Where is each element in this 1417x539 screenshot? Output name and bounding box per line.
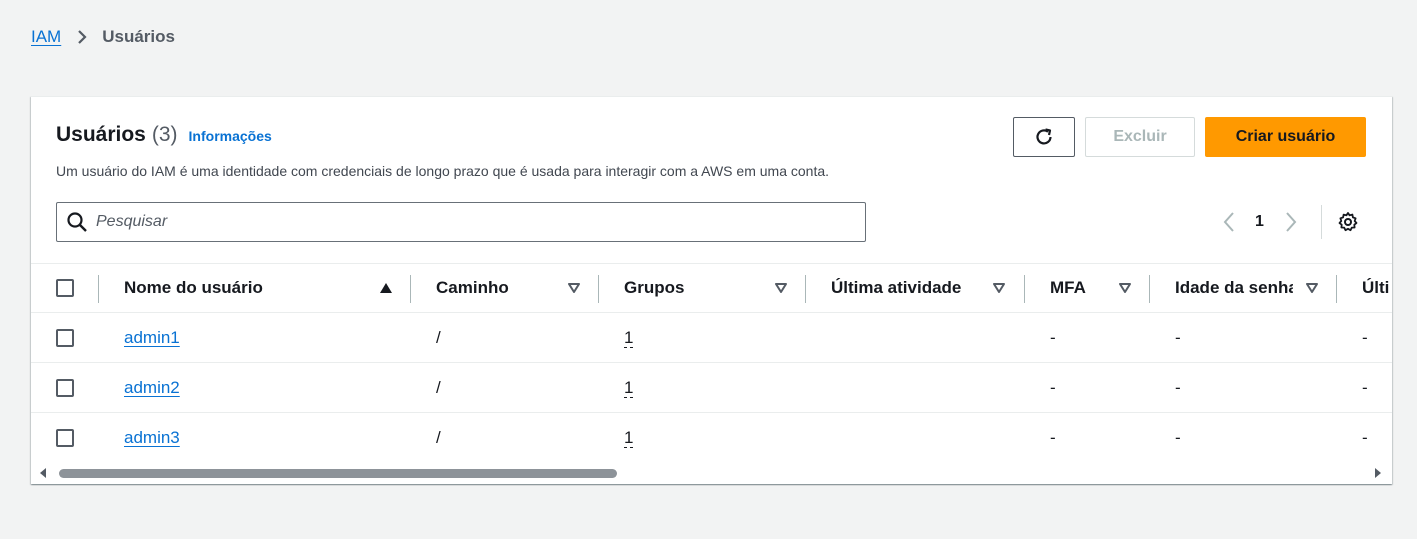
select-all-checkbox[interactable] xyxy=(56,279,74,297)
chevron-right-icon xyxy=(75,30,89,44)
column-divider[interactable] xyxy=(598,275,599,303)
column-label: MFA xyxy=(1050,278,1086,297)
info-link[interactable]: Informações xyxy=(189,128,272,144)
delete-button[interactable]: Excluir xyxy=(1085,117,1195,157)
user-count: (3) xyxy=(151,123,178,146)
row-checkbox[interactable] xyxy=(56,429,74,447)
column-label: Caminho xyxy=(436,278,509,297)
search-icon xyxy=(66,211,88,233)
page-title: Usuários (3) Informações xyxy=(56,123,272,147)
table-header: Nome do usuário Caminho Grupos Última at… xyxy=(31,263,1392,313)
caret-down-outline-icon xyxy=(1306,283,1318,293)
breadcrumb-link-iam[interactable]: IAM xyxy=(31,27,61,47)
scroll-right-icon[interactable] xyxy=(1374,467,1384,479)
breadcrumb-current: Usuários xyxy=(102,27,175,46)
caret-down-outline-icon xyxy=(993,283,1005,293)
caret-down-outline-icon xyxy=(775,283,787,293)
cell-mfa: - xyxy=(1050,378,1056,397)
cell-groups: 1 xyxy=(624,413,634,463)
caret-down-outline-icon xyxy=(1119,283,1131,293)
search-input[interactable] xyxy=(96,213,796,231)
refresh-button[interactable] xyxy=(1013,117,1075,157)
column-header-username[interactable]: Nome do usuário xyxy=(124,264,404,312)
table-row: admin3 / 1 - - - xyxy=(31,413,1392,463)
cell-groups: 1 xyxy=(624,363,634,413)
column-header-last-activity[interactable]: Última atividade xyxy=(831,264,1031,312)
create-user-button[interactable]: Criar usuário xyxy=(1205,117,1366,157)
column-divider[interactable] xyxy=(1149,275,1150,303)
column-header-groups[interactable]: Grupos xyxy=(624,264,824,312)
column-header-mfa[interactable]: MFA xyxy=(1050,264,1160,312)
column-header-path[interactable]: Caminho xyxy=(436,264,586,312)
breadcrumb: IAM Usuários xyxy=(31,26,175,48)
column-divider[interactable] xyxy=(410,275,411,303)
users-panel: Usuários (3) Informações Um usuário do I… xyxy=(31,96,1392,484)
row-checkbox[interactable] xyxy=(56,329,74,347)
groups-count[interactable]: 1 xyxy=(624,378,634,398)
panel-description: Um usuário do IAM é uma identidade com c… xyxy=(56,163,830,179)
table-row: admin2 / 1 - - - xyxy=(31,363,1392,413)
horizontal-scrollbar[interactable] xyxy=(31,463,1392,483)
user-link[interactable]: admin3 xyxy=(124,428,180,448)
cell-mfa: - xyxy=(1050,428,1056,447)
column-header-password-age[interactable]: Idade da senha xyxy=(1175,264,1325,312)
caret-up-icon xyxy=(380,283,392,293)
users-table: Nome do usuário Caminho Grupos Última at… xyxy=(31,263,1392,463)
chevron-right-icon[interactable] xyxy=(1281,210,1301,234)
column-label: Últi xyxy=(1362,278,1390,297)
scroll-left-icon[interactable] xyxy=(39,467,49,479)
column-label: Idade da senha xyxy=(1175,278,1293,297)
pager-divider xyxy=(1320,205,1322,239)
panel-title-text: Usuários xyxy=(56,123,146,146)
column-divider[interactable] xyxy=(1024,275,1025,303)
scrollbar-thumb[interactable] xyxy=(59,469,617,478)
column-divider xyxy=(98,275,99,303)
column-header-last[interactable]: Últi xyxy=(1362,264,1392,312)
groups-count[interactable]: 1 xyxy=(624,428,634,448)
column-label: Grupos xyxy=(624,278,685,297)
search-field xyxy=(56,202,866,242)
cell-last: - xyxy=(1362,378,1368,397)
refresh-icon xyxy=(1033,126,1055,148)
column-divider[interactable] xyxy=(1336,275,1337,303)
groups-count[interactable]: 1 xyxy=(624,328,634,348)
column-label: Última atividade xyxy=(831,278,962,297)
cell-last: - xyxy=(1362,428,1368,447)
cell-password-age: - xyxy=(1175,378,1181,397)
row-checkbox[interactable] xyxy=(56,379,74,397)
cell-groups: 1 xyxy=(624,313,634,363)
pagination: 1 xyxy=(1219,205,1360,239)
current-page[interactable]: 1 xyxy=(1255,213,1264,231)
cell-password-age: - xyxy=(1175,328,1181,347)
cell-mfa: - xyxy=(1050,328,1056,347)
cell-password-age: - xyxy=(1175,428,1181,447)
table-row: admin1 / 1 - - - xyxy=(31,313,1392,363)
cell-username: admin3 xyxy=(124,413,180,463)
cell-username: admin2 xyxy=(124,363,180,413)
column-divider[interactable] xyxy=(805,275,806,303)
chevron-left-icon[interactable] xyxy=(1219,210,1239,234)
cell-path: / xyxy=(436,428,441,447)
cell-last: - xyxy=(1362,328,1368,347)
cell-username: admin1 xyxy=(124,313,180,363)
user-link[interactable]: admin2 xyxy=(124,378,180,398)
cell-path: / xyxy=(436,328,441,347)
column-label: Nome do usuário xyxy=(124,278,263,297)
gear-icon[interactable] xyxy=(1336,210,1360,234)
user-link[interactable]: admin1 xyxy=(124,328,180,348)
caret-down-outline-icon xyxy=(568,283,580,293)
cell-path: / xyxy=(436,378,441,397)
